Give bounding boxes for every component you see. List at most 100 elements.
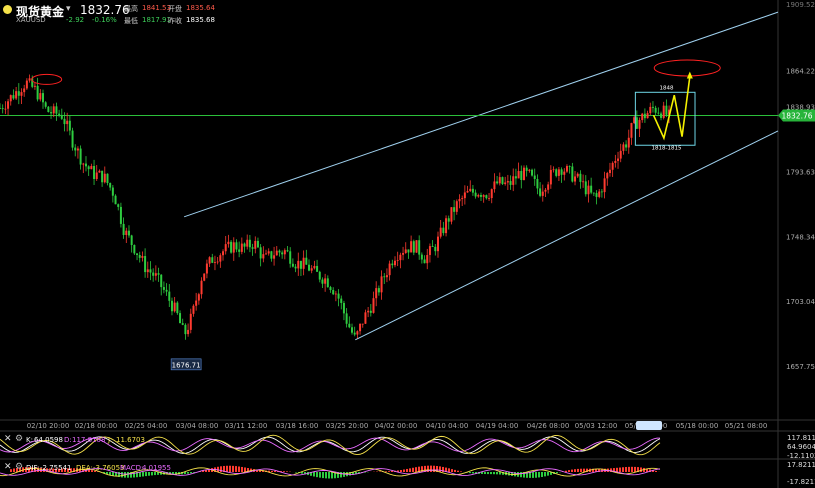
candle-body (611, 162, 614, 170)
macd-histogram-bar (151, 472, 153, 476)
macd-histogram-bar (628, 466, 630, 472)
macd-histogram-bar (469, 472, 471, 474)
macd-histogram-bar (412, 467, 414, 472)
candle-body (232, 242, 235, 253)
candle-body (490, 189, 493, 199)
candle-body (251, 247, 254, 249)
candle-body (308, 264, 311, 271)
candle-body (240, 243, 243, 252)
candle-body (563, 171, 566, 175)
candle-body (380, 276, 383, 293)
candle-body (144, 256, 147, 273)
candle-body (361, 323, 364, 325)
x-tick-label: 02/18 00:00 (75, 422, 118, 430)
macd-histogram-bar (535, 472, 537, 478)
candle-body (265, 253, 268, 255)
macd-histogram-bar (484, 472, 486, 475)
candle-body (525, 167, 528, 171)
candle-body (504, 182, 507, 184)
macd-axis-top: 17.82117 (787, 461, 815, 469)
high-value: 1841.53 (142, 4, 171, 12)
close-macd-icon[interactable]: ✕ (4, 462, 12, 472)
macd-histogram-bar (568, 470, 570, 472)
candle-body (173, 302, 176, 312)
candle-body (90, 165, 93, 170)
candle-body (590, 185, 593, 193)
low-value: 1817.91 (142, 16, 171, 24)
x-tick-label: 04/19 04:00 (476, 422, 519, 430)
forecast-box-bottom-label: 1818-1815 (651, 146, 681, 152)
macd-histogram-bar (631, 466, 633, 472)
candle-body (189, 313, 192, 330)
macd-histogram-bar (232, 465, 234, 472)
candle-body (310, 268, 313, 271)
kdj-j-value: 11.6703 (116, 436, 145, 444)
candle-body (50, 112, 53, 114)
candle-body (643, 113, 646, 119)
macd-histogram-bar (616, 467, 618, 472)
candle-body (660, 113, 663, 118)
macd-histogram-bar (241, 466, 243, 472)
candle-body (651, 106, 654, 108)
candle-body (160, 274, 163, 288)
candle-body (259, 247, 262, 259)
candle-body (41, 93, 44, 103)
chart-canvas[interactable]: 1864.221838.931793.631748.341703.041657.… (0, 0, 815, 488)
candle-body (165, 289, 168, 292)
candle-body (493, 181, 496, 190)
kdj-settings-icon[interactable]: ⚙ (15, 434, 23, 444)
x-tick-label: 03/18 16:00 (276, 422, 319, 430)
macd-histogram-bar (493, 472, 495, 475)
candle-body (71, 130, 74, 148)
candle-body (316, 265, 319, 272)
candle-body (138, 255, 141, 258)
x-tick-label: 04/26 08:00 (527, 422, 570, 430)
candle-body (98, 170, 101, 173)
candle-body (119, 206, 122, 224)
candle-body (122, 223, 125, 235)
candle-body (340, 298, 343, 303)
x-tick-label: 03/04 08:00 (176, 422, 219, 430)
macd-histogram-bar (274, 470, 276, 472)
candle-body (60, 115, 63, 119)
close-kdj-icon[interactable]: ✕ (4, 434, 12, 444)
kdj-axis-bottom: -12.1102 (787, 452, 815, 460)
macd-histogram-bar (400, 469, 402, 472)
candle-body (404, 249, 407, 254)
candle-body (125, 230, 128, 235)
candle-body (364, 312, 367, 324)
candle-body (47, 106, 50, 113)
candle-body (463, 192, 466, 199)
candle-body (662, 105, 665, 118)
candle-body (294, 266, 297, 269)
kdj-axis-mid: 64.9604 (787, 443, 815, 451)
macd-histogram-bar (139, 472, 141, 477)
candle-body (461, 198, 464, 200)
macd-histogram-bar (457, 470, 459, 472)
candle-body (211, 257, 214, 263)
candle-body (496, 181, 499, 184)
candle-body (423, 259, 426, 264)
candle-body (79, 148, 82, 165)
channel-upper-line (183, 11, 779, 218)
candle-body (426, 254, 429, 264)
candle-body (208, 257, 211, 264)
candle-body (213, 262, 216, 263)
candle-body (278, 250, 281, 253)
macd-histogram-bar (316, 472, 318, 478)
candle-body (359, 323, 362, 332)
macd-macd-value: 4.01955 (142, 464, 171, 472)
candle-body (114, 195, 117, 205)
x-tick-label: 03/11 12:00 (225, 422, 268, 430)
candle-body (157, 273, 160, 275)
prev-close-value: 1835.68 (186, 16, 215, 24)
macd-histogram-bar (577, 468, 579, 472)
candle-body (482, 195, 485, 197)
macd-histogram-bar (430, 465, 432, 472)
candle-body (184, 324, 187, 335)
candle-body (372, 298, 375, 313)
macd-settings-icon[interactable]: ⚙ (15, 462, 23, 472)
macd-histogram-bar (622, 467, 624, 472)
instrument-dropdown-icon[interactable]: ▾ (66, 4, 71, 14)
macd-histogram-bar (391, 471, 393, 472)
